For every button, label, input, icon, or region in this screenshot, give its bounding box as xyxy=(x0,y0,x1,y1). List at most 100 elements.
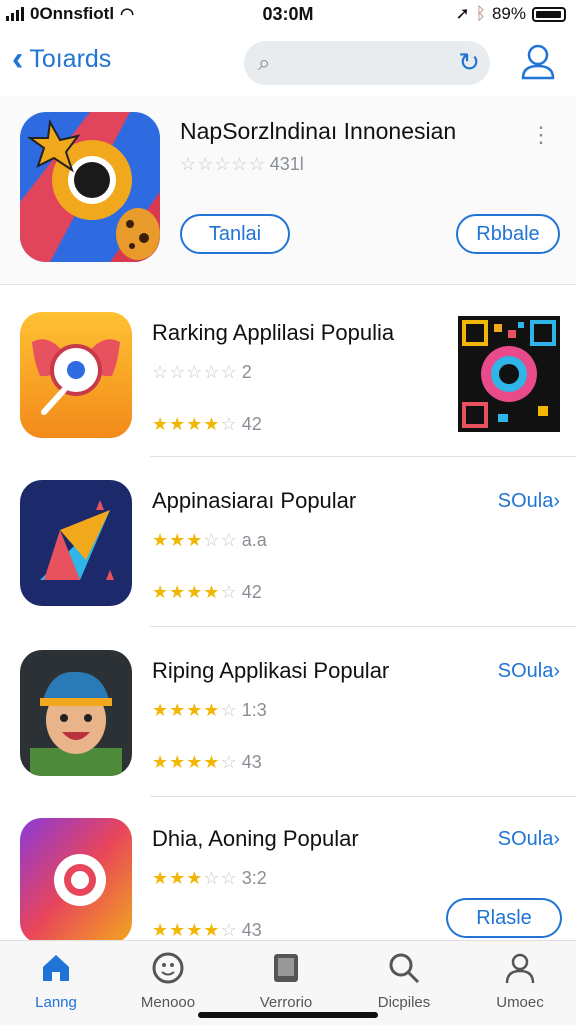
rating-stars: ★★★★☆ xyxy=(152,582,238,602)
app-name: Rarking Applilasi Populia xyxy=(152,320,395,345)
see-all-link[interactable]: SOula› xyxy=(498,490,560,513)
featured-right-button[interactable]: Rbbale xyxy=(456,214,560,254)
star-empty-icon: ☆ xyxy=(203,362,221,382)
home-indicator xyxy=(198,1012,378,1018)
release-button[interactable]: Rlasle xyxy=(446,898,562,938)
star-filled-icon: ★ xyxy=(152,530,170,550)
star-filled-icon: ★ xyxy=(186,700,204,720)
star-empty-icon: ☆ xyxy=(231,154,249,174)
star-filled-icon: ★ xyxy=(152,414,170,434)
star-filled-icon: ★ xyxy=(186,530,204,550)
rating-row: ★★★★☆ 43 xyxy=(152,920,262,941)
tab-umoec[interactable]: Umoec xyxy=(470,951,570,1011)
navigation-bar: ‹ Toıards ⌕ ↻ xyxy=(0,30,576,96)
home-icon xyxy=(43,955,69,981)
app-name: Appinasiaraı Popular xyxy=(152,488,357,513)
featured-app-title: NapSorzlndinaı Innonesian xyxy=(180,118,457,144)
rating-stars: ★★★★☆ xyxy=(152,414,238,434)
rating-stars: ★★★☆☆ xyxy=(152,868,238,888)
rating-row: ★★★☆☆ 3:2 xyxy=(152,868,267,889)
star-empty-icon: ☆ xyxy=(220,752,238,772)
rating-value: 43 xyxy=(241,752,262,772)
search-icon xyxy=(389,953,420,984)
star-filled-icon: ★ xyxy=(203,752,221,772)
star-filled-icon: ★ xyxy=(186,868,204,888)
star-empty-icon: ☆ xyxy=(220,530,238,550)
status-bar: 0Onnsfiotl ◠ 03:0M ➚ ᛒ 89% xyxy=(0,0,576,28)
rating-stars: ☆☆☆☆☆ xyxy=(152,362,238,382)
star-filled-icon: ★ xyxy=(186,920,204,940)
star-empty-icon: ☆ xyxy=(220,920,238,940)
app-list-row[interactable]: Riping Applikasi Popular SOula› ★★★★☆ 1:3… xyxy=(0,650,576,820)
featured-rating-count: 431l xyxy=(269,154,304,174)
person-icon xyxy=(521,44,555,80)
tab-menu[interactable]: Menooo xyxy=(118,951,218,1011)
app-list-row[interactable]: Appinasiaraı Popular SOula› ★★★☆☆ a.a ★★★… xyxy=(0,480,576,650)
star-filled-icon: ★ xyxy=(152,582,170,602)
bluetooth-icon: ᛒ xyxy=(475,4,486,23)
location-icon: ➚ xyxy=(455,4,470,23)
see-all-link[interactable]: SOula› xyxy=(498,828,560,851)
star-empty-icon: ☆ xyxy=(203,868,221,888)
star-empty-icon: ☆ xyxy=(248,154,266,174)
star-filled-icon: ★ xyxy=(203,414,221,434)
rating-value: 42 xyxy=(241,582,262,602)
see-all-link[interactable]: SOula› xyxy=(498,660,560,683)
tab-label: Verrorio xyxy=(259,994,313,1011)
face-icon xyxy=(152,952,184,984)
app-icon xyxy=(20,480,132,606)
battery-percent: 89% xyxy=(491,4,526,23)
featured-rating: ☆☆☆☆☆ 431l xyxy=(180,154,304,175)
star-filled-icon: ★ xyxy=(169,582,187,602)
tab-label: Lanng xyxy=(35,994,77,1011)
tablet-icon xyxy=(274,954,298,982)
profile-button[interactable] xyxy=(520,42,556,82)
star-empty-icon: ☆ xyxy=(220,868,238,888)
star-empty-icon: ☆ xyxy=(220,362,238,382)
rating-value: 43 xyxy=(241,920,262,940)
more-options-icon[interactable]: ⋮ xyxy=(530,122,552,148)
rating-value: 1:3 xyxy=(241,700,267,720)
star-filled-icon: ★ xyxy=(169,920,187,940)
star-filled-icon: ★ xyxy=(203,700,221,720)
refresh-icon[interactable]: ↻ xyxy=(458,47,480,78)
star-filled-icon: ★ xyxy=(152,920,170,940)
featured-app-icon[interactable] xyxy=(20,112,160,262)
rating-value: 42 xyxy=(241,414,262,434)
star-empty-icon: ☆ xyxy=(186,362,204,382)
star-filled-icon: ★ xyxy=(169,530,187,550)
app-icon xyxy=(20,312,132,438)
featured-rating-stars: ☆☆☆☆☆ xyxy=(180,154,266,174)
battery-icon xyxy=(532,6,566,22)
rating-value: 2 xyxy=(241,362,252,382)
tab-label: Menooo xyxy=(140,994,196,1011)
rating-stars: ★★★★☆ xyxy=(152,920,238,940)
tab-dicpiles[interactable]: Dicpiles xyxy=(354,951,454,1011)
star-filled-icon: ★ xyxy=(169,868,187,888)
star-filled-icon: ★ xyxy=(186,414,204,434)
rating-value: 3:2 xyxy=(241,868,267,888)
featured-left-button[interactable]: Tanlai xyxy=(180,214,290,254)
rating-row: ★★★★☆ 1:3 xyxy=(152,700,267,721)
rating-value: a.a xyxy=(241,530,267,550)
star-empty-icon: ☆ xyxy=(220,582,238,602)
rating-row: ★★★★☆ 42 xyxy=(152,582,262,603)
search-bar[interactable]: ⌕ ↻ xyxy=(244,41,490,85)
back-label: Toıards xyxy=(29,44,112,73)
star-empty-icon: ☆ xyxy=(197,154,215,174)
star-filled-icon: ★ xyxy=(169,700,187,720)
tab-verrorio[interactable]: Verrorio xyxy=(236,951,336,1011)
star-empty-icon: ☆ xyxy=(220,700,238,720)
star-filled-icon: ★ xyxy=(186,752,204,772)
star-filled-icon: ★ xyxy=(169,752,187,772)
divider xyxy=(150,626,576,627)
tab-home[interactable]: Lanng xyxy=(6,951,106,1011)
tab-label: Dicpiles xyxy=(377,994,431,1011)
app-icon xyxy=(20,818,132,944)
star-empty-icon: ☆ xyxy=(169,362,187,382)
divider xyxy=(150,456,576,457)
back-button[interactable]: ‹ Toıards xyxy=(12,42,112,76)
star-filled-icon: ★ xyxy=(152,752,170,772)
divider xyxy=(150,796,576,797)
rating-stars: ★★★★☆ xyxy=(152,700,238,720)
